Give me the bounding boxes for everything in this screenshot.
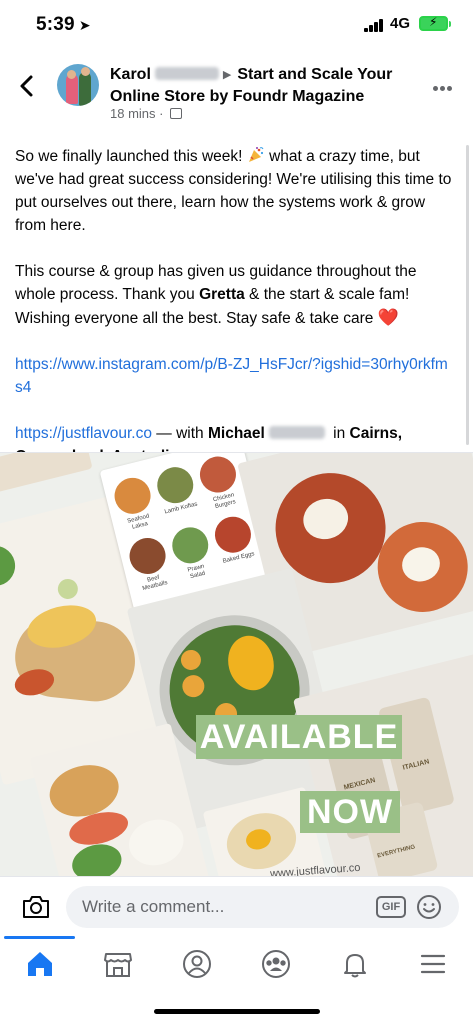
arrow-right-icon: ▶ bbox=[222, 69, 232, 81]
group-name[interactable]: Start and Scale Your Online Store by Fou… bbox=[110, 66, 392, 105]
menu-icon[interactable] bbox=[413, 944, 453, 984]
scrollbar[interactable] bbox=[466, 145, 469, 445]
avatar[interactable] bbox=[57, 64, 99, 106]
food-tile bbox=[0, 453, 93, 493]
camera-icon[interactable] bbox=[20, 893, 52, 921]
signal-icon bbox=[364, 19, 384, 32]
tagged-person[interactable]: Michael bbox=[208, 425, 265, 442]
website-link[interactable]: https://justflavour.co bbox=[15, 425, 152, 442]
home-indicator bbox=[154, 1009, 320, 1014]
location-icon: ➤ bbox=[78, 17, 91, 33]
status-time: 5:39 ➤ bbox=[36, 14, 91, 35]
post-meta: 18 mins · bbox=[110, 106, 183, 121]
author-name[interactable]: Karol bbox=[110, 66, 151, 83]
now-badge: NOW bbox=[300, 791, 400, 833]
battery-icon: ⚡ bbox=[419, 15, 451, 31]
profile-icon[interactable] bbox=[177, 944, 217, 984]
tag-gretta[interactable]: Gretta bbox=[199, 286, 245, 303]
network-label: 4G bbox=[390, 15, 411, 32]
post-image[interactable]: Seafood Laksa Lamb Koftas Chicken Burger… bbox=[0, 452, 473, 876]
comment-input[interactable]: Write a comment... GIF bbox=[66, 886, 459, 928]
groups-icon[interactable] bbox=[256, 944, 296, 984]
tab-bar bbox=[0, 936, 473, 1024]
gif-button[interactable]: GIF bbox=[376, 896, 406, 918]
available-badge: AVAILABLE bbox=[196, 715, 402, 759]
post-text: So we finally launched this week! what a… bbox=[15, 145, 455, 491]
heart-emoji: ❤️ bbox=[377, 308, 399, 327]
marketplace-icon[interactable] bbox=[98, 944, 138, 984]
post-header: Karol ▶ Start and Scale Your Online Store … bbox=[0, 56, 473, 126]
post-paragraph-2: This course & group has given us guidanc… bbox=[15, 263, 417, 327]
post-paragraph-1: So we finally launched this week! what a… bbox=[15, 147, 452, 234]
active-tab-indicator bbox=[4, 936, 75, 939]
post-paragraph-3: https://www.instagram.com/p/B-ZJ_HsFJcr/… bbox=[15, 353, 455, 399]
author-line[interactable]: Karol ▶ Start and Scale Your Online Store … bbox=[110, 64, 410, 107]
instagram-link[interactable]: https://www.instagram.com/p/B-ZJ_HsFJcr/… bbox=[15, 356, 448, 396]
redacted-surname bbox=[268, 426, 325, 439]
back-chevron-icon[interactable] bbox=[16, 74, 38, 98]
emoji-icon[interactable] bbox=[416, 894, 442, 920]
home-icon[interactable] bbox=[20, 944, 60, 984]
time-ago[interactable]: 18 mins bbox=[110, 106, 156, 121]
redacted-surname bbox=[154, 67, 219, 80]
party-popper-icon bbox=[248, 147, 264, 162]
more-options-icon[interactable] bbox=[433, 78, 457, 91]
bell-icon[interactable] bbox=[335, 944, 375, 984]
comment-placeholder: Write a comment... bbox=[82, 897, 225, 916]
audience-icon bbox=[170, 108, 183, 119]
comment-bar: Write a comment... GIF bbox=[0, 876, 473, 936]
status-bar: 5:39 ➤ 4G ⚡ bbox=[0, 0, 473, 50]
